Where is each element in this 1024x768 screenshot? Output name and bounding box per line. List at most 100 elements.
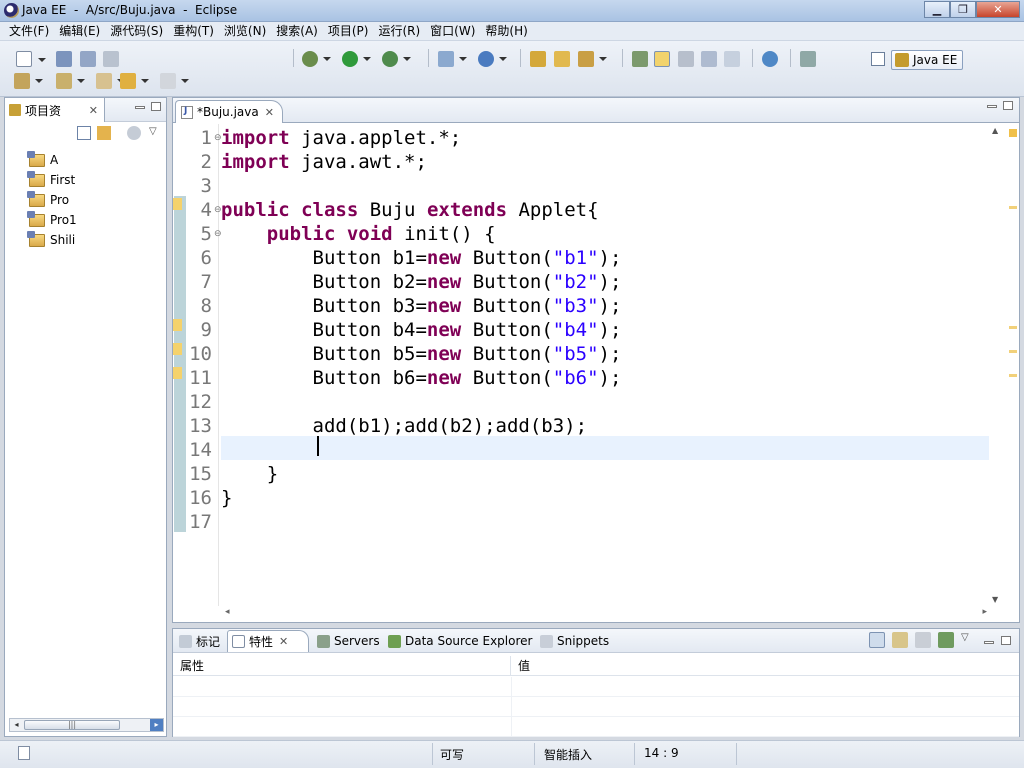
table-row (173, 697, 1019, 717)
code-line: import java.awt.*; (221, 150, 427, 174)
fast-view-icon[interactable] (18, 746, 30, 760)
view-menu-icon[interactable] (127, 126, 141, 140)
tree-item[interactable]: Pro (27, 190, 77, 210)
horizontal-scrollbar[interactable]: ◂ ||| ▸ (9, 718, 164, 732)
menu-edit[interactable]: 编辑(E) (54, 22, 105, 40)
column-header-value[interactable]: 值 (511, 656, 530, 675)
code-token: b2= (381, 271, 427, 293)
menu-file[interactable]: 文件(F) (4, 22, 54, 40)
menu-search[interactable]: 搜索(A) (271, 22, 323, 40)
minimize-button[interactable]: ▁ (924, 1, 950, 18)
scroll-left-icon[interactable]: ◂ (10, 719, 23, 731)
tree-item[interactable]: Shili (27, 230, 77, 250)
close-icon[interactable]: ✕ (89, 104, 98, 117)
menu-bar: 文件(F) 编辑(E) 源代码(S) 重构(T) 浏览(N) 搜索(A) 项目(… (0, 22, 1024, 41)
open-type-icon[interactable] (530, 51, 546, 67)
minimize-editor-icon[interactable] (987, 105, 997, 108)
tab-data-source-explorer[interactable]: Data Source Explorer (384, 630, 534, 652)
code-area[interactable]: import java.applet.*; import java.awt.*;… (221, 124, 991, 606)
keyword-token: new (426, 247, 462, 269)
tree-item[interactable]: A (27, 150, 77, 170)
close-icon[interactable]: ✕ (265, 106, 274, 119)
new-icon[interactable] (16, 51, 46, 67)
save-icon[interactable] (56, 51, 72, 67)
line-number: 2 (200, 151, 212, 173)
debug-icon[interactable] (302, 51, 331, 67)
open-folder-icon[interactable] (554, 51, 570, 67)
scroll-right-icon[interactable]: ▸ (982, 607, 987, 617)
warning-marker-icon[interactable] (173, 343, 182, 355)
scroll-left-icon[interactable]: ◂ (225, 607, 230, 617)
show-categories-icon[interactable] (869, 632, 885, 648)
overview-warning-mark[interactable] (1009, 374, 1017, 377)
external-tools-icon[interactable] (382, 51, 411, 67)
vertical-scrollbar[interactable]: ▲ ▼ (989, 124, 1007, 606)
forward-icon[interactable] (160, 73, 189, 89)
scroll-thumb[interactable]: ||| (24, 720, 120, 730)
close-icon[interactable]: ✕ (279, 635, 288, 648)
show-advanced-icon[interactable] (892, 632, 908, 648)
web-browser-icon[interactable] (762, 51, 778, 67)
collapse-all-icon[interactable] (77, 126, 91, 140)
overview-warning-mark[interactable] (1009, 350, 1017, 353)
minimize-view-icon[interactable] (135, 106, 145, 109)
last-edit-icon[interactable] (96, 73, 125, 89)
tab-markers[interactable]: 标记 (175, 630, 225, 652)
menu-window[interactable]: 窗口(W) (425, 22, 480, 40)
menu-source[interactable]: 源代码(S) (105, 22, 168, 40)
code-token: Button (312, 295, 382, 317)
save-all-icon[interactable] (80, 51, 96, 67)
back-icon[interactable] (120, 73, 149, 89)
tab-buju-java[interactable]: *Buju.java ✕ (175, 100, 283, 123)
warning-marker-icon[interactable] (173, 319, 182, 331)
maximize-view-icon[interactable] (151, 102, 161, 111)
prev-annotation-icon[interactable] (56, 73, 85, 89)
menu-navigate[interactable]: 浏览(N) (219, 22, 271, 40)
overview-warning-mark[interactable] (1009, 326, 1017, 329)
maximize-view-icon[interactable] (1001, 635, 1011, 645)
perspective-java-ee[interactable]: Java EE (891, 50, 963, 70)
column-header-property[interactable]: 属性 (173, 656, 511, 675)
search-tool-icon[interactable] (578, 51, 607, 67)
tree-item[interactable]: First (27, 170, 77, 190)
task-icon[interactable] (800, 51, 816, 67)
editor-horizontal-scrollbar[interactable]: ◂ ▸ (221, 606, 991, 620)
chevron-down-icon[interactable]: ▽ (149, 126, 163, 140)
open-perspective-icon[interactable] (871, 52, 885, 66)
menu-help[interactable]: 帮助(H) (480, 22, 532, 40)
toggle-highlight-icon[interactable] (654, 51, 670, 67)
overview-summary-icon[interactable] (1009, 129, 1017, 137)
link-editor-icon[interactable] (97, 126, 111, 140)
show-whitespace-icon[interactable] (724, 51, 740, 67)
tab-project-explorer[interactable]: 项目资 ✕ (5, 98, 105, 122)
menu-project[interactable]: 项目(P) (323, 22, 374, 40)
print-icon[interactable] (103, 51, 119, 67)
toggle-mark-icon[interactable] (632, 51, 648, 67)
warning-marker-icon[interactable] (173, 198, 182, 210)
restore-default-icon[interactable] (915, 632, 931, 648)
menu-run[interactable]: 运行(R) (373, 22, 425, 40)
scroll-down-icon[interactable]: ▼ (992, 595, 998, 604)
restore-button[interactable]: ❐ (950, 1, 976, 18)
run-icon[interactable] (342, 51, 371, 67)
maximize-editor-icon[interactable] (1003, 101, 1013, 110)
block-select-icon[interactable] (701, 51, 717, 67)
tree-item[interactable]: Pro1 (27, 210, 77, 230)
close-button[interactable]: ✕ (976, 1, 1020, 18)
next-annotation-icon[interactable] (14, 73, 43, 89)
minimize-view-icon[interactable] (984, 640, 994, 644)
overview-warning-mark[interactable] (1009, 206, 1017, 209)
chevron-down-icon[interactable]: ▽ (961, 632, 977, 648)
tab-properties[interactable]: 特性 ✕ (227, 630, 309, 652)
new-server-icon[interactable] (438, 51, 467, 67)
filter-icon[interactable] (938, 632, 954, 648)
tab-servers[interactable]: Servers (313, 630, 381, 652)
scroll-right-icon[interactable]: ▸ (150, 719, 163, 731)
tab-snippets[interactable]: Snippets (536, 630, 616, 652)
toggle-ant-icon[interactable] (678, 51, 694, 67)
menu-refactor[interactable]: 重构(T) (168, 22, 219, 40)
warning-marker-icon[interactable] (173, 367, 182, 379)
scroll-up-icon[interactable]: ▲ (992, 126, 998, 135)
code-token: Button( (461, 319, 553, 341)
new-java-package-icon[interactable] (478, 51, 507, 67)
